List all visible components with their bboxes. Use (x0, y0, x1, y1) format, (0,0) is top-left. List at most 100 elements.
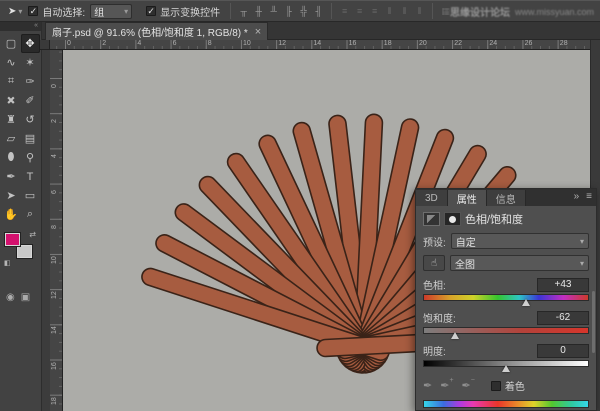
tools-grid: ▢✥∿✶⌗✑✚✐♜↺▱▤⬮⚲✒T➤▭✋⌕ (0, 34, 41, 224)
eraser-tool[interactable]: ▱ (2, 129, 21, 148)
align-top-edges-icon[interactable]: ╥ (236, 6, 251, 16)
align-right-edges-icon[interactable]: ╢ (311, 6, 326, 16)
crop-tool[interactable]: ⌗ (2, 72, 21, 91)
watermark-site: 思缘设计论坛 (450, 4, 510, 19)
panel-scrollbar[interactable] (592, 291, 595, 353)
ruler-tick-label: 24 (489, 40, 497, 47)
properties-panel: 3D 属性 信息 » ≡ 色相/饱和度 预设: 自定 ▾ ☝ 全图 ▾ 色相 (415, 188, 597, 411)
shape-tool[interactable]: ▭ (21, 186, 40, 205)
swap-colors-icon[interactable]: ⇄ (29, 230, 36, 239)
slider-value-field[interactable]: +43 (537, 278, 589, 292)
background-color-swatch[interactable] (17, 245, 32, 258)
tab-info[interactable]: 信息 (487, 190, 526, 206)
align-bottom-edges-icon[interactable]: ╨ (266, 6, 281, 16)
rectangular-marquee-tool[interactable]: ▢ (2, 34, 21, 53)
distribute-bottom-icon[interactable]: ≡ (367, 6, 382, 16)
eyedropper-icon[interactable]: ✒ (423, 379, 432, 392)
slider-thumb[interactable] (522, 299, 530, 306)
auto-select-checkbox[interactable]: ✓ (28, 6, 38, 16)
vertical-ruler: 024681012141618 (50, 50, 63, 411)
ruler-tick-label: 16 (349, 40, 357, 47)
eyedropper-subtract-icon[interactable]: ✒− (462, 379, 475, 392)
tab-3d[interactable]: 3D (416, 190, 448, 206)
slider-track[interactable] (423, 294, 589, 301)
magic-wand-tool[interactable]: ✶ (21, 53, 40, 72)
tools-panel-header[interactable]: « (0, 22, 41, 31)
blur-tool[interactable]: ⬮ (2, 148, 21, 167)
foreground-color-swatch[interactable] (5, 233, 20, 246)
healing-brush-tool[interactable]: ✚ (2, 91, 21, 110)
layer-mask-icon[interactable] (444, 212, 461, 226)
slider-thumb[interactable] (502, 365, 510, 372)
auto-select-value: 组 (94, 4, 104, 19)
colorize-checkbox[interactable] (491, 381, 501, 391)
slider-thumb[interactable] (451, 332, 459, 339)
align-horizontal-centers-icon[interactable]: ╬ (296, 6, 311, 16)
clone-stamp-tool[interactable]: ♜ (2, 110, 21, 129)
eyedropper-add-icon[interactable]: ✒+ (440, 379, 453, 392)
distribute-right-icon[interactable]: ⫴ (412, 6, 427, 17)
default-colors-icon[interactable]: ◧ (4, 259, 11, 267)
type-tool[interactable]: T (21, 167, 40, 186)
align-left-edges-icon[interactable]: ╟ (281, 6, 296, 16)
zoom-tool[interactable]: ⌕ (21, 205, 40, 224)
slider-label: 明度: (423, 343, 446, 358)
gradient-tool[interactable]: ▤ (21, 129, 40, 148)
slider-label: 饱和度: (423, 310, 456, 325)
preset-dropdown[interactable]: 自定 ▾ (451, 233, 589, 249)
separator (230, 3, 231, 19)
ruler-tick-label: 10 (243, 40, 251, 47)
chevron-down-icon: ▾ (124, 7, 128, 16)
distribute-top-icon[interactable]: ≡ (337, 6, 352, 16)
chevron-down-icon: ▾ (580, 237, 584, 246)
tab-properties[interactable]: 属性 (448, 190, 487, 206)
hand-tool[interactable]: ✋ (2, 205, 21, 224)
auto-select-dropdown[interactable]: 组 ▾ (90, 4, 132, 19)
color-swatches: ⇄ ◧ (4, 232, 36, 264)
auto-align-layers-icon[interactable]: ▦ (438, 6, 453, 17)
document-tab[interactable]: 扇子.psd @ 91.6% (色相/饱和度 1, RGB/8) * × (45, 22, 268, 40)
watermark-url: www.missyuan.com (515, 7, 594, 17)
ruler-tick-label: 12 (51, 291, 58, 299)
close-icon[interactable]: × (255, 26, 261, 38)
history-brush-tool[interactable]: ↺ (21, 110, 40, 129)
screen-mode-button[interactable]: ▣ (21, 292, 30, 303)
panel-tab-bar: 3D 属性 信息 » ≡ (416, 189, 596, 206)
ruler-tick-label: 0 (67, 40, 71, 47)
dodge-tool[interactable]: ⚲ (21, 148, 40, 167)
slider-2: 明度: 0 (423, 343, 589, 372)
ruler-tick-label: 12 (278, 40, 286, 47)
move-tool[interactable]: ✥ (21, 34, 40, 53)
eyedropper-tool[interactable]: ✑ (21, 72, 40, 91)
adjustment-layer-icon[interactable] (423, 212, 440, 226)
distribute-left-icon[interactable]: ⫴ (382, 6, 397, 17)
ruler-corner (40, 40, 50, 50)
chevron-down-icon: ▾ (580, 259, 584, 268)
ruler-tick-label: 6 (173, 40, 177, 47)
path-selection-tool[interactable]: ➤ (2, 186, 21, 205)
panel-menu-icon[interactable]: ≡ (586, 191, 592, 202)
document-tab-title: 扇子.psd @ 91.6% (色相/饱和度 1, RGB/8) * (52, 24, 248, 39)
pen-tool[interactable]: ✒ (2, 167, 21, 186)
show-transform-checkbox[interactable]: ✓ (146, 6, 156, 16)
collapse-panel-icon[interactable]: » (574, 191, 580, 202)
targeted-adjustment-button[interactable]: ☝ (423, 255, 445, 271)
slider-value-field[interactable]: -62 (537, 311, 589, 325)
separator (432, 3, 433, 19)
distribute-vertical-icon[interactable]: ≡ (352, 6, 367, 16)
slider-value-field[interactable]: 0 (537, 344, 589, 358)
lasso-tool[interactable]: ∿ (2, 53, 21, 72)
channel-dropdown[interactable]: 全图 ▾ (450, 255, 589, 271)
distribute-center-icon[interactable]: ⫴ (397, 6, 412, 17)
slider-track[interactable] (423, 327, 589, 334)
quick-mask-button[interactable]: ◉ (6, 292, 15, 303)
tool-preset-caret-icon[interactable]: ▾ (18, 7, 22, 16)
brush-tool[interactable]: ✐ (21, 91, 40, 110)
ruler-tick-label: 10 (51, 256, 58, 264)
align-vertical-centers-icon[interactable]: ╫ (251, 6, 266, 16)
ruler-tick-label: 14 (313, 40, 321, 47)
slider-0: 色相:+43 (423, 277, 589, 306)
ruler-tick-label: 4 (51, 154, 58, 158)
sliders-group: 色相:+43 饱和度: -62 明度: 0 (423, 277, 589, 372)
show-transform-label: 显示变换控件 (160, 4, 220, 19)
